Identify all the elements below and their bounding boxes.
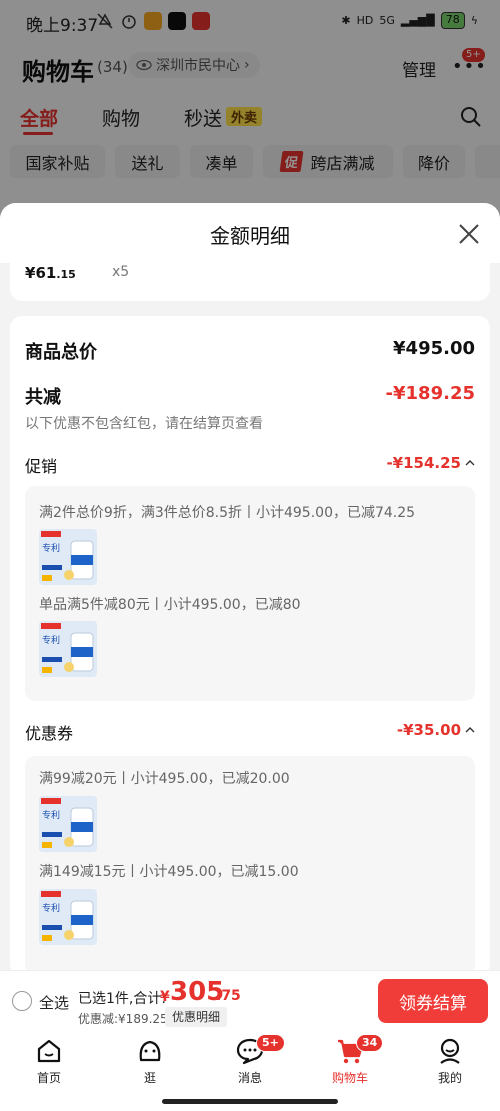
goods-total-label: 商品总价 [25,342,97,363]
tabbar-item-cart[interactable]: 34 购物车 [320,1034,384,1086]
home-icon [37,1039,61,1063]
home-indicator [162,1099,338,1104]
item-quantity: x5 [112,264,130,280]
close-icon[interactable] [456,221,482,247]
reduction-value: -¥189.25 [385,383,475,404]
tabbar-item-messages[interactable]: 5+ 消息 [220,1034,285,1086]
checkout-button[interactable]: 领券结算 [378,979,488,1023]
checkout-bar: 全选 已选1件,合计: ¥ 305 .75 优惠减:¥189.25 优惠明细 领… [0,970,500,1030]
coupon-rule: 满149减15元丨小计495.00，已减15.00 [39,864,299,880]
total-currency: ¥ [160,989,170,1005]
tabbar-label: 消息 [237,1071,262,1085]
tabbar-item-home[interactable]: 首页 [19,1036,79,1086]
coupon-label: 优惠券 [25,724,74,743]
total-amount-decimal: .75 [216,988,241,1004]
supplement-product-image: 专利 [39,796,97,852]
price-decimal: .15 [56,268,76,281]
promotion-rule: 单品满5件减80元丨小计495.00，已减80 [39,597,301,613]
supplement-product-image: 专利 [39,621,97,677]
reduction-label: 共减 [25,387,61,408]
item-price: ¥61.15 [25,264,76,282]
supplement-product-image: 专利 [39,529,97,585]
tabbar-label: 我的 [437,1071,462,1085]
coupon-value: -¥35.00 [396,721,461,739]
sheet-title: 金额明细 [210,224,290,248]
cart-badge: 34 [356,1034,384,1052]
coupon-rule: 满99减20元丨小计495.00，已减20.00 [39,771,290,787]
product-item-card: ¥61.15 x5 [10,261,490,301]
product-thumbnail[interactable]: 专利 [39,796,97,852]
svg-text:专利: 专利 [42,809,60,821]
goods-total-value: ¥495.00 [393,338,475,359]
discount-summary: 优惠减:¥189.25 [78,1012,168,1026]
reduction-note: 以下优惠不包含红包，请在结算页查看 [25,416,263,432]
promotion-details: 满2件总价9折，满3件总价8.5折丨小计495.00，已减74.25 专利 单品… [25,486,475,701]
product-thumbnail[interactable]: 专利 [39,529,97,585]
promotion-label: 促销 [25,457,58,476]
price-symbol: ¥ [25,264,36,282]
promotion-rule: 满2件总价9折，满3件总价8.5折丨小计495.00，已减74.25 [39,505,416,521]
price-breakdown-card: 商品总价 ¥495.00 共减 -¥189.25 以下优惠不包含红包，请在结算页… [10,316,490,976]
sheet-header: 金额明细 [0,203,500,263]
product-thumbnail[interactable]: 专利 [39,889,97,945]
coupon-toggle[interactable]: -¥35.00 [397,721,475,739]
tabbar-item-profile[interactable]: 我的 [420,1036,480,1086]
selected-count-text: 已选1件,合计: [78,991,167,1007]
select-all-checkbox[interactable] [12,991,32,1011]
chevron-up-icon [465,727,475,733]
browse-icon [139,1040,161,1062]
product-thumbnail[interactable]: 专利 [39,621,97,677]
svg-text:专利: 专利 [42,542,60,554]
price-integer: 61 [35,264,57,282]
coupon-details: 满99减20元丨小计495.00，已减20.00 专利 满149减15元丨小计4… [25,756,475,976]
tabbar-label: 逛 [143,1071,156,1085]
tabbar-item-browse[interactable]: 逛 [120,1036,180,1086]
profile-icon [440,1038,460,1064]
message-badge: 5+ [256,1034,285,1052]
promotion-toggle[interactable]: -¥154.25 [386,454,475,472]
promotion-value: -¥154.25 [386,454,461,472]
tabbar-label: 首页 [36,1071,61,1085]
svg-text:专利: 专利 [42,634,60,646]
select-all-label[interactable]: 全选 [39,992,69,1013]
supplement-product-image: 专利 [39,889,97,945]
discount-detail-button[interactable]: 优惠明细 [165,1007,228,1027]
tabbar-label: 购物车 [331,1071,368,1085]
svg-text:专利: 专利 [42,902,60,914]
chevron-up-icon [465,460,475,466]
